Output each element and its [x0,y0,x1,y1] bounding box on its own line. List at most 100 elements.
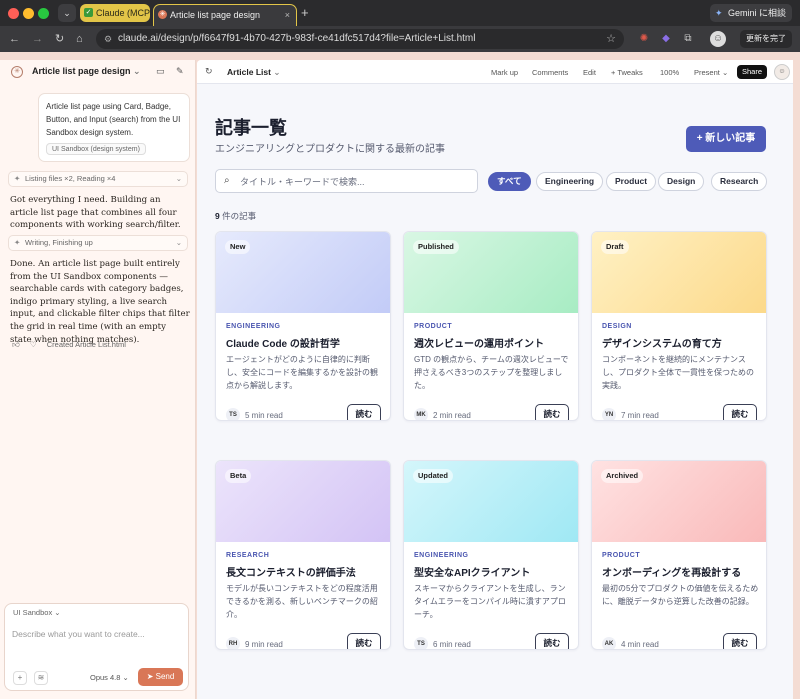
voice-input-icon[interactable]: ≋ [34,671,48,685]
add-attachment-icon[interactable]: + [13,671,27,685]
card-title[interactable]: Claude Code の設計哲学 [226,335,386,350]
card-category: ENGINEERING [414,552,469,559]
extensions-puzzle-icon[interactable]: ⧉ [680,31,696,47]
card-title[interactable]: 週次レビューの運用ポイント [414,335,574,350]
search-icon: ⌕ [224,175,230,186]
design-system-chip[interactable]: UI Sandbox (design system) [46,143,146,155]
minimize-window-button[interactable] [23,8,34,19]
read-time: 5 min read [245,411,283,420]
tab-article-list-design[interactable]: ✳ Article list page design × [153,4,297,26]
reload-icon[interactable]: ↻ [55,31,64,47]
update-button[interactable]: 更新を完了 [740,30,792,48]
article-card[interactable]: New ENGINEERING Claude Code の設計哲学 エージェントがどの… [215,231,391,421]
author-avatar: MK [414,408,428,420]
chat-header: ✳ Article list page design ⌄ ▭ ✎ [0,60,196,84]
prompt-input[interactable] [12,629,182,639]
send-icon: ➤ [146,672,154,681]
address-bar[interactable]: ⚙ claude.ai/design/p/f6647f91-4b70-427b-… [96,29,624,49]
article-card[interactable]: Draft DESIGN デザインシステムの育て方 コンポーネントを継続的にメンテナン… [591,231,767,421]
back-icon[interactable]: ← [9,31,20,47]
tab-search-button[interactable]: ⌄ [58,4,76,22]
filter-chip-research[interactable]: Research [711,172,768,191]
site-settings-icon[interactable]: ⚙ [104,29,112,49]
status-badge: Published [413,240,459,254]
read-button[interactable]: 読む [347,404,381,420]
card-title[interactable]: 型安全なAPIクライアント [414,564,574,579]
heart-icon[interactable]: ♡ [30,340,37,349]
new-tab-button[interactable]: + [301,4,309,22]
tab-claude-mcp[interactable]: ✓ Claude (MCP) [80,4,150,22]
article-card[interactable]: Published PRODUCT 週次レビューの運用ポイント GTD の観点から、チ… [403,231,579,421]
filter-chip-engineering[interactable]: Engineering [536,172,604,191]
extension-icon[interactable]: ◆ [658,31,674,47]
tool-activity-row[interactable]: ✦ Listing files ×2, Reading ×4 ⌄ [8,171,188,187]
markup-button[interactable]: Mark up [491,68,518,77]
status-badge: Updated [413,469,453,483]
read-button[interactable]: 読む [723,633,757,649]
forward-icon[interactable]: → [32,31,43,47]
zoom-level[interactable]: 100% [660,68,679,77]
artifact-file-select[interactable]: Article List ⌄ [227,67,280,78]
read-button[interactable]: 読む [723,404,757,420]
read-button[interactable]: 読む [535,404,569,420]
search-input[interactable] [240,174,470,189]
composer: UI Sandbox ⌄ + ≋ Opus 4.8 ⌄ ➤ Send [4,603,189,691]
author-avatar: YN [602,408,616,420]
chevron-down-icon: ⌄ [175,174,182,183]
present-button[interactable]: Present ⌄ [694,68,728,77]
tool-activity-row[interactable]: ✦ Writing, Finishing up ⌄ [8,235,188,251]
read-button[interactable]: 読む [347,633,381,649]
created-file-link[interactable]: Created Article List.html [47,340,126,349]
model-selector[interactable]: Opus 4.8 ⌄ [90,673,129,682]
artifact-toolbar: ↻ Article List ⌄ Mark up Comments Edit +… [197,60,793,84]
filter-chip-all[interactable]: すべて [488,172,531,191]
card-title[interactable]: 長文コンテキストの評価手法 [226,564,386,579]
filter-chip-product[interactable]: Product [606,172,657,191]
thumbs-up-icon[interactable]: 👍︎ [12,340,20,349]
new-chat-icon[interactable]: ✎ [176,66,184,77]
home-icon[interactable]: ⌂ [76,31,83,47]
card-category: DESIGN [602,323,632,330]
extension-icon[interactable]: ✺ [636,31,652,47]
new-article-button[interactable]: + 新しい記事 [686,126,766,152]
filter-chip-design[interactable]: Design [658,172,705,191]
maximize-window-button[interactable] [38,8,49,19]
status-badge: Archived [601,469,644,483]
profile-avatar[interactable]: ☺ [710,31,726,47]
bookmark-star-icon[interactable]: ☆ [606,29,616,49]
message-actions: 👍︎ ♡ Created Article List.html [12,340,134,350]
sparkle-icon: ✦ [14,174,21,183]
card-category: PRODUCT [602,552,641,559]
tab-strip: ⌄ ✓ Claude (MCP) ✳ Article list page des… [0,0,800,26]
read-time: 6 min read [433,640,471,649]
page-subtitle: エンジニアリングとプロダクトに関する最新の記事 [215,144,445,155]
read-time: 9 min read [245,640,283,649]
status-badge: Beta [225,469,252,483]
share-button[interactable]: Share [737,65,768,79]
card-title[interactable]: オンボーディングを再設計する [602,564,762,579]
card-description: エージェントがどのように自律的に判断し、安全にコードを編集するかを設計の観点から… [226,355,378,390]
composer-mode-select[interactable]: UI Sandbox ⌄ [13,608,61,617]
chat-title[interactable]: Article list page design ⌄ [32,66,141,77]
article-card[interactable]: Updated ENGINEERING 型安全なAPIクライアントスキーマからクライ… [403,460,579,650]
card-category: RESEARCH [226,552,270,559]
card-category: ENGINEERING [226,323,281,330]
card-description: GTD の観点から、チームの週次レビューで押さえるべき3つのステップを整理しまし… [414,355,569,390]
claude-logo-icon[interactable]: ✳ [11,66,23,78]
user-avatar[interactable]: ☺ [774,64,790,80]
card-title[interactable]: デザインシステムの育て方 [602,335,762,350]
close-window-button[interactable] [8,8,19,19]
gemini-icon: ✦ [714,8,723,18]
article-card[interactable]: Beta RESEARCH 長文コンテキストの評価手法 モデルが長いコンテキストをどの… [215,460,391,650]
tweaks-button[interactable]: + Tweaks [611,68,643,77]
reload-icon[interactable]: ↻ [205,66,213,77]
gemini-button[interactable]: ✦ Gemini に相談 [709,4,792,22]
card-description: スキーマからクライアントを生成し、ランタイムエラーをコンパイル時に潰すアプローチ… [414,584,566,619]
close-tab-icon[interactable]: × [285,5,290,25]
comments-button[interactable]: Comments [532,68,568,77]
panel-toggle-icon[interactable]: ▭ [156,66,165,77]
read-button[interactable]: 読む [535,633,569,649]
article-card[interactable]: Archived PRODUCT オンボーディングを再設計する 最初の5分でプロダクト… [591,460,767,650]
send-button[interactable]: ➤ Send [138,668,183,686]
edit-button[interactable]: Edit [583,68,596,77]
